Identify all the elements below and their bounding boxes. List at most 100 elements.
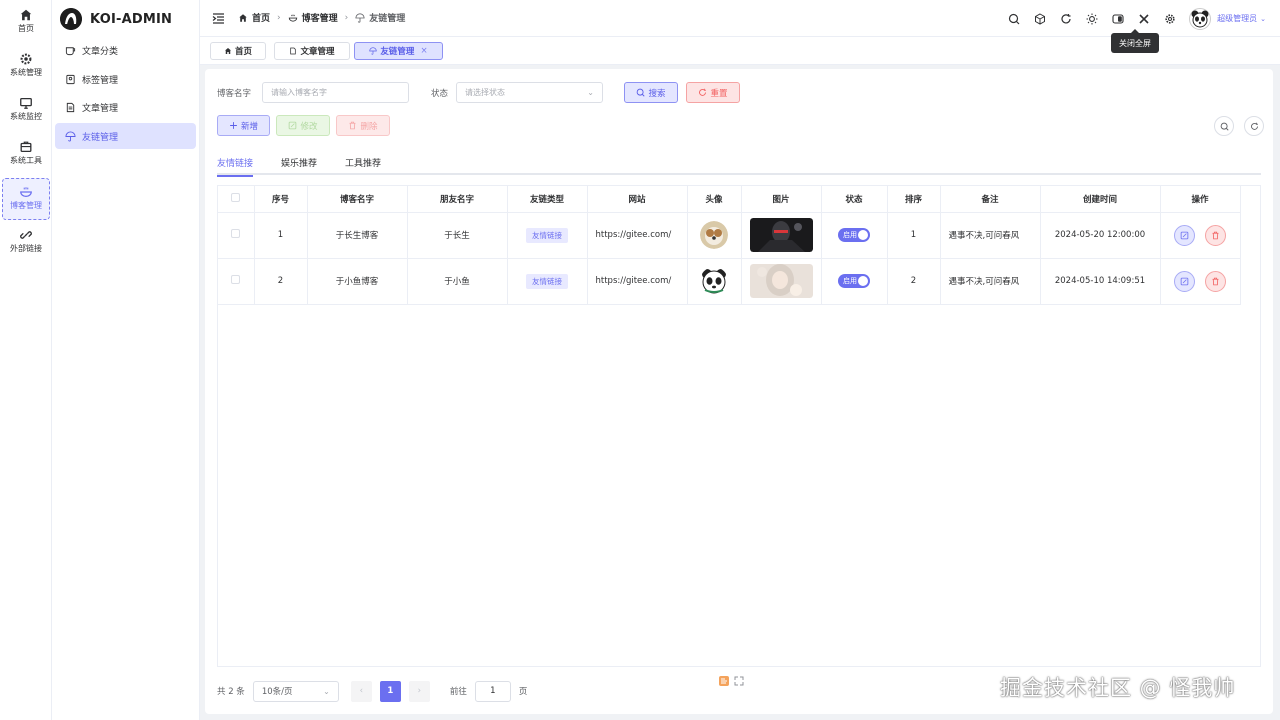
cell-link-type: 友情链接 [507,258,588,305]
toggle-search-button[interactable] [1214,116,1234,136]
dog-avatar-image[interactable] [700,221,728,249]
link-type-tabs: 友情链接 娱乐推荐 工具推荐 [217,155,1261,177]
dark-warrior-image[interactable] [749,218,813,252]
table-row[interactable]: 1 于长生博客 于长生 友情链接 https://gitee.com/ 启用 1… [218,212,1241,259]
row-checkbox[interactable] [231,275,241,284]
reset-button[interactable]: 重置 [686,82,740,103]
settings-button[interactable] [1157,0,1183,37]
status-select[interactable]: 请选择状态 ⌄ [456,82,603,103]
tab-friend-links[interactable]: 友链管理 × [354,42,443,60]
refresh-icon [1250,122,1258,130]
trash-icon [1212,231,1219,239]
watermark: 掘金技术社区 @ 怪我帅 [1000,676,1236,700]
row-select-cell[interactable] [218,212,255,259]
status-toggle[interactable]: 启用 [838,228,870,242]
tab-tools[interactable]: 工具推荐 [345,156,381,174]
tab-entertainment[interactable]: 娱乐推荐 [281,156,317,174]
cell-website: https://gitee.com/ [587,212,688,259]
rail-item-home[interactable]: 首页 [2,2,50,44]
add-button[interactable]: 新增 [217,115,270,136]
rail-item-tools[interactable]: 系统工具 [2,134,50,176]
theme-button[interactable] [1027,0,1053,37]
cell-avatar[interactable] [687,212,742,259]
edit-button[interactable]: 修改 [276,115,330,136]
column-header: 备注 [940,186,1041,213]
search-button[interactable]: 搜索 [624,82,678,103]
cell-no: 2 [254,258,308,305]
row-checkbox[interactable] [231,229,241,238]
column-header: 创建时间 [1040,186,1161,213]
page-size-select[interactable]: 10条/页 ⌄ [252,680,339,702]
sticker-icon[interactable] [718,675,730,687]
refresh-button[interactable] [1053,0,1079,37]
search-button[interactable] [1001,0,1027,37]
cell-no: 1 [254,212,308,259]
rail-item-label: 系统管理 [10,68,42,77]
logo[interactable]: KOI-ADMIN [60,6,172,32]
rail-item-monitor[interactable]: 系统监控 [2,90,50,132]
cell-created-time: 2024-05-10 14:09:51 [1040,258,1161,305]
cell-image[interactable] [741,258,822,305]
expand-icon[interactable] [734,676,744,686]
status-toggle[interactable]: 启用 [838,274,870,288]
tab-home[interactable]: 首页 [210,42,266,60]
prev-page-button[interactable]: ‹ [350,680,372,702]
goto-page-input[interactable]: 1 [474,680,511,702]
page-number-current[interactable]: 1 [379,680,401,702]
tab-close-icon[interactable]: × [420,46,427,56]
cell-avatar[interactable] [687,258,742,305]
cell-remark: 遇事不决,可问春风 [940,212,1041,259]
sun-icon [1086,13,1098,24]
light-mode-button[interactable] [1079,0,1105,37]
sidebar-item-friend-links[interactable]: 友链管理 [55,123,196,149]
main-card: 博客名字 请输入博客名字 状态 请选择状态 ⌄ 搜索 重置 新增 修改 删除 友… [205,69,1273,714]
refresh-table-button[interactable] [1244,116,1264,136]
rail-item-label: 博客管理 [10,201,42,210]
collapse-menu-icon[interactable] [212,12,225,25]
sidebar-item-articles[interactable]: 文章管理 [55,94,196,120]
tab-friend-link[interactable]: 友情链接 [217,156,254,177]
select-all-checkbox[interactable] [231,192,241,202]
breadcrumb-separator-icon: › [344,12,349,23]
document-icon [290,47,297,55]
cell-status[interactable]: 启用 [821,258,888,305]
breadcrumb-item-blog[interactable]: 博客管理 [288,11,338,24]
rail-item-blog[interactable]: 博客管理 [2,178,50,220]
column-header: 网站 [587,186,688,213]
top-header: 首页 › 博客管理 › 友链管理 超级管理员 ⌄ [200,0,1280,37]
rail-item-system[interactable]: 系统管理 [2,46,50,88]
rail-item-external[interactable]: 外部链接 [2,222,50,264]
table-row[interactable]: 2 于小鱼博客 于小鱼 友情链接 https://gitee.com/ 启用 2… [218,258,1241,305]
tab-articles[interactable]: 文章管理 [274,42,350,60]
cell-remark: 遇事不决,可问春风 [940,258,1041,305]
column-header: 状态 [821,186,888,213]
row-edit-button[interactable] [1173,270,1195,292]
blog-name-input[interactable]: 请输入博客名字 [262,82,409,103]
next-page-button[interactable]: › [408,680,430,702]
row-select-cell[interactable] [218,258,255,305]
cell-image[interactable] [741,212,822,259]
delete-button[interactable]: 删除 [336,115,390,136]
home-icon [224,48,231,54]
user-menu[interactable]: 超级管理员 ⌄ [1189,7,1266,30]
add-button-label: 新增 [240,121,258,132]
panda-avatar-image[interactable] [700,267,728,295]
column-header: 博客名字 [307,186,408,213]
layout-button[interactable] [1105,0,1131,37]
refresh-icon [699,88,707,96]
breadcrumb-item-home[interactable]: 首页 [238,11,270,24]
sidebar-item-categories[interactable]: 文章分类 [55,37,196,63]
sidebar-item-tags[interactable]: 标签管理 [55,66,196,92]
search-button-label: 搜索 [648,88,666,99]
cell-blog-name: 于长生博客 [307,212,408,259]
cell-status[interactable]: 启用 [821,212,888,259]
row-edit-button[interactable] [1173,224,1195,246]
row-delete-button[interactable] [1205,270,1227,292]
edit-icon [1180,231,1188,239]
bowl-icon [288,14,297,22]
document-icon [66,102,75,112]
anime-girl-image[interactable] [749,264,813,298]
row-delete-button[interactable] [1205,224,1227,246]
tooltip: 关闭全屏 [1111,29,1159,53]
select-all-header[interactable] [218,186,255,213]
